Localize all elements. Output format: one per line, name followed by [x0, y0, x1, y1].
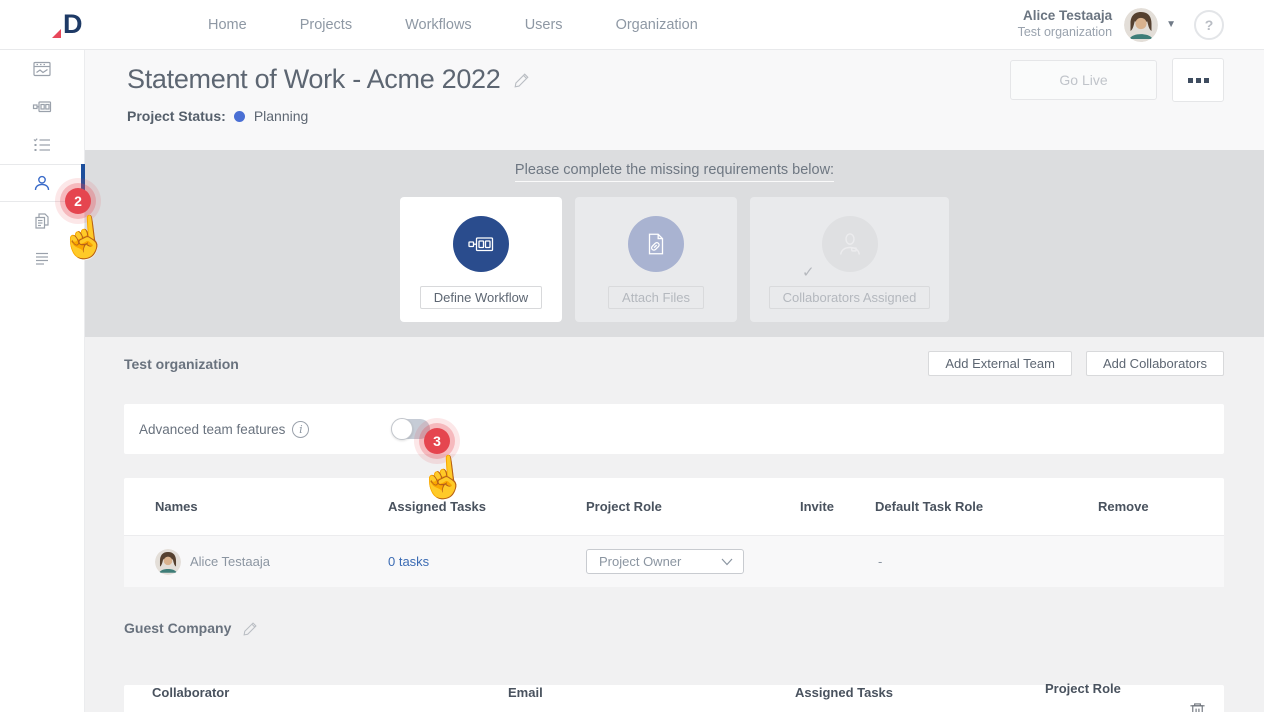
sidebar-item-documents[interactable]	[0, 202, 84, 240]
user-name: Alice Testaaja	[1018, 8, 1113, 25]
topbar-right: Alice Testaaja Test organization ▼ ?	[1018, 8, 1224, 42]
help-button[interactable]: ?	[1194, 10, 1224, 40]
define-workflow-card[interactable]: Define Workflow	[400, 197, 562, 322]
status-badge: Planning	[254, 108, 309, 124]
topbar: D Home Projects Workflows Users Organiza…	[0, 0, 1264, 50]
project-role-value: Project Owner	[599, 554, 681, 569]
attach-files-button: Attach Files	[608, 286, 704, 309]
assigned-tasks-link[interactable]: 0 tasks	[388, 554, 586, 569]
col-email: Email	[508, 685, 795, 700]
requirements-banner: Please complete the missing requirements…	[85, 150, 1264, 337]
collaborator-name: Alice Testaaja	[190, 554, 270, 569]
main-content: Statement of Work - Acme 2022 Project St…	[85, 50, 1264, 712]
table-header-row: Names Assigned Tasks Project Role Invite…	[124, 478, 1224, 535]
table-row: Alice Testaaja 0 tasks Project Owner -	[124, 535, 1224, 587]
row-avatar	[155, 549, 181, 575]
nav-users[interactable]: Users	[525, 17, 563, 33]
advanced-features-label: Advanced team features	[139, 422, 285, 437]
col-remove: Remove	[1098, 499, 1224, 514]
person-icon	[32, 173, 52, 193]
nav-projects[interactable]: Projects	[300, 17, 352, 33]
documents-icon	[32, 211, 52, 231]
define-workflow-button[interactable]: Define Workflow	[420, 286, 542, 309]
add-external-team-button[interactable]: Add External Team	[928, 351, 1072, 376]
avatar[interactable]	[1124, 8, 1158, 42]
logo-accent-icon	[52, 29, 61, 38]
main-nav: Home Projects Workflows Users Organizati…	[208, 17, 698, 33]
guest-table-header-row: Collaborator Email Assigned Tasks Projec…	[152, 685, 1224, 700]
requirements-heading: Please complete the missing requirements…	[515, 162, 834, 182]
organization-section-title: Test organization	[124, 356, 239, 372]
delete-team-icon[interactable]	[1189, 701, 1206, 712]
user-organization: Test organization	[1018, 25, 1113, 41]
info-icon[interactable]: i	[292, 421, 309, 438]
person-icon	[822, 216, 878, 272]
col-invite: Invite	[800, 499, 875, 514]
col-project-role: Project Role	[586, 499, 800, 514]
page-header: Statement of Work - Acme 2022 Project St…	[85, 50, 1264, 150]
project-status-label: Project Status:	[127, 108, 226, 124]
sidebar-item-tasks[interactable]	[0, 126, 84, 164]
project-role-select[interactable]: Project Owner	[586, 549, 744, 574]
go-live-button[interactable]: Go Live	[1010, 60, 1157, 100]
nav-home[interactable]: Home	[208, 17, 247, 33]
sidebar-item-collaborators[interactable]	[0, 164, 84, 202]
sidebar-item-dashboard[interactable]	[0, 50, 84, 88]
col-names: Names	[155, 499, 388, 514]
edit-title-icon[interactable]	[514, 72, 530, 88]
active-indicator	[81, 164, 85, 202]
advanced-features-toggle[interactable]	[392, 419, 430, 439]
nav-workflows[interactable]: Workflows	[405, 17, 472, 33]
app-logo[interactable]: D	[50, 8, 96, 42]
collaborators-assigned-card: ✓ Collaborators Assigned	[750, 197, 949, 322]
sidebar-item-workflow[interactable]	[0, 88, 84, 126]
list-icon	[32, 249, 52, 269]
workflow-icon	[453, 216, 509, 272]
col-default-task-role: Default Task Role	[875, 499, 1098, 514]
sidebar-item-activity[interactable]	[0, 240, 84, 278]
task-list-icon	[32, 135, 52, 155]
dots-icon	[1188, 78, 1193, 83]
dashboard-icon	[32, 59, 52, 79]
logo-letter: D	[63, 9, 82, 40]
col-guest-project-role: Project Role	[1045, 681, 1224, 696]
col-guest-assigned-tasks: Assigned Tasks	[795, 685, 1045, 700]
advanced-features-row: Advanced team features i	[124, 404, 1224, 454]
chevron-down-icon	[721, 558, 733, 566]
check-icon: ✓	[802, 263, 815, 281]
app-root: D Home Projects Workflows Users Organiza…	[0, 0, 1264, 712]
sidebar	[0, 50, 85, 712]
guest-company-title: Guest Company	[124, 620, 231, 636]
edit-guest-company-icon[interactable]	[243, 621, 258, 636]
guest-company-table: Collaborator Email Assigned Tasks Projec…	[124, 685, 1224, 712]
toggle-knob	[391, 418, 413, 440]
col-assigned-tasks: Assigned Tasks	[388, 499, 586, 514]
file-link-icon	[628, 216, 684, 272]
page-title: Statement of Work - Acme 2022	[127, 64, 500, 95]
attach-files-card: Attach Files	[575, 197, 737, 322]
help-label: ?	[1205, 17, 1214, 33]
team-section: Test organization Add External Team Add …	[85, 337, 1264, 712]
collaborators-assigned-button: Collaborators Assigned	[769, 286, 931, 309]
collaborators-table: Names Assigned Tasks Project Role Invite…	[124, 478, 1224, 587]
add-collaborators-button[interactable]: Add Collaborators	[1086, 351, 1224, 376]
more-options-button[interactable]	[1172, 58, 1224, 102]
default-task-role-cell: -	[875, 554, 1098, 569]
chevron-down-icon[interactable]: ▼	[1166, 19, 1176, 30]
nav-organization[interactable]: Organization	[616, 17, 698, 33]
workflow-icon	[32, 97, 52, 117]
user-menu[interactable]: Alice Testaaja Test organization	[1018, 8, 1113, 41]
status-dot	[234, 111, 245, 122]
col-collaborator: Collaborator	[152, 685, 508, 700]
